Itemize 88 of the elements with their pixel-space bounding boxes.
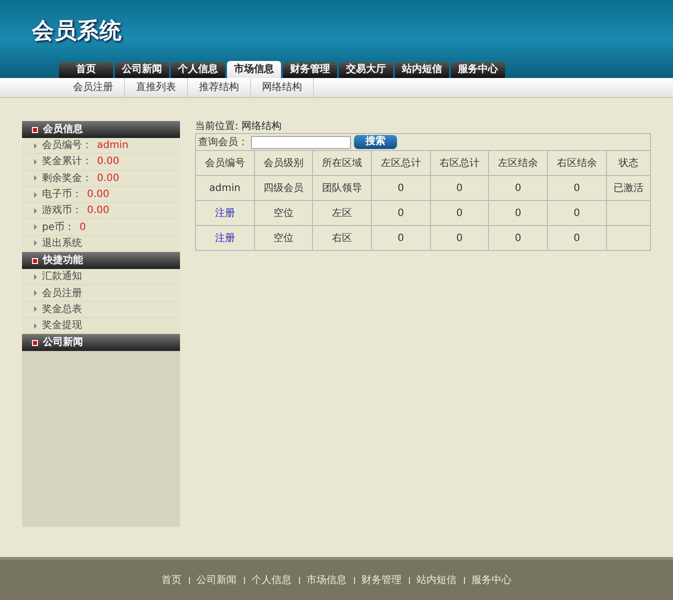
table-cell: 团队领导 — [312, 176, 372, 200]
column-header: 会员编号 — [196, 150, 254, 176]
table-cell: 左区 — [312, 200, 372, 226]
sidebar-item[interactable]: 奖金提现 — [42, 318, 82, 334]
bullet-icon — [32, 126, 38, 132]
table-cell: 空位 — [254, 200, 313, 226]
table-cell: 右区 — [312, 226, 372, 250]
sub-nav-link[interactable]: 推荐结构 — [188, 78, 251, 97]
table-cell: 0 — [430, 226, 489, 250]
table-cell: 0 — [547, 176, 606, 200]
footer-link[interactable]: 财务管理 — [362, 572, 402, 588]
sidebar-item[interactable]: 汇款通知 — [42, 269, 82, 284]
section-title: 会员信息 — [43, 122, 83, 137]
site-logo: 会员系统 — [32, 18, 122, 46]
sidebar-value: 0.00 — [97, 172, 120, 186]
sidebar-item[interactable]: 游戏币： — [42, 203, 82, 218]
arrow-icon — [34, 158, 37, 165]
table-cell: 0 — [371, 176, 430, 200]
footer-link[interactable]: 个人信息 — [252, 572, 292, 588]
sidebar-value: 0.00 — [87, 188, 110, 202]
sidebar-item[interactable]: 会员编号： — [42, 138, 92, 154]
arrow-icon — [34, 306, 37, 312]
footer-link[interactable]: 服务中心 — [472, 572, 512, 588]
search-label: 查询会员： — [198, 136, 248, 150]
arrow-icon — [34, 274, 37, 280]
sub-nav-link[interactable]: 直推列表 — [125, 78, 188, 97]
arrow-icon — [34, 175, 37, 182]
sidebar-value: 0.00 — [97, 155, 120, 170]
arrow-icon — [34, 142, 37, 149]
sidebar-item[interactable]: 奖金总表 — [42, 302, 82, 317]
sidebar-value: admin — [97, 139, 128, 154]
table-cell: 0 — [547, 200, 606, 226]
sidebar-value: 0 — [80, 220, 86, 235]
column-header: 左区结余 — [488, 150, 548, 176]
sidebar-item[interactable]: pe币： — [42, 220, 74, 235]
nav-tab[interactable]: 市场信息 — [227, 61, 281, 78]
arrow-icon — [34, 208, 37, 214]
column-header: 所在区域 — [312, 150, 372, 176]
nav-tab[interactable]: 公司新闻 — [115, 62, 169, 78]
footer-link[interactable]: 首页 — [162, 572, 182, 588]
column-header: 左区总计 — [371, 150, 430, 176]
column-header: 右区结余 — [547, 150, 606, 176]
arrow-icon — [34, 290, 37, 296]
nav-tab[interactable]: 个人信息 — [171, 62, 225, 78]
table-cell: 0 — [430, 200, 489, 226]
register-link[interactable]: 注册 — [196, 200, 254, 226]
section-title: 快捷功能 — [43, 254, 83, 268]
table-cell: 0 — [488, 200, 548, 226]
breadcrumb: 当前位置: 网络结构 — [195, 121, 283, 133]
nav-tab[interactable]: 财务管理 — [283, 62, 337, 78]
arrow-icon — [34, 240, 37, 246]
nav-tab[interactable]: 交易大厅 — [339, 62, 393, 78]
column-header: 状态 — [606, 150, 650, 176]
sidebar-item[interactable]: 会员注册 — [42, 286, 82, 301]
sidebar-item[interactable]: 剩余奖金： — [42, 170, 92, 186]
table-cell: 0 — [547, 226, 606, 250]
sub-nav-link[interactable]: 网络结构 — [251, 78, 314, 97]
sidebar-value: 0.00 — [87, 204, 110, 218]
sidebar-item[interactable]: 奖金累计： — [42, 154, 92, 170]
table-cell: 0 — [430, 176, 489, 200]
table-cell: 0 — [371, 200, 430, 226]
search-field[interactable] — [251, 136, 351, 148]
search-button[interactable]: 搜索 — [354, 135, 397, 149]
column-header: 会员级别 — [254, 150, 313, 176]
section-title: 公司新闻 — [43, 335, 83, 350]
arrow-icon — [34, 224, 37, 230]
arrow-icon — [34, 192, 37, 198]
table-cell: 0 — [488, 226, 548, 250]
table-cell: admin — [196, 176, 254, 200]
sub-nav-link[interactable]: 会员注册 — [62, 78, 125, 97]
table-cell: 0 — [488, 176, 548, 200]
bullet-icon — [32, 258, 38, 264]
footer-link[interactable]: 公司新闻 — [196, 572, 236, 588]
nav-tab[interactable]: 服务中心 — [451, 62, 505, 78]
nav-tab[interactable]: 站内短信 — [395, 62, 449, 78]
footer-link[interactable]: 市场信息 — [306, 572, 346, 588]
bullet-icon — [32, 340, 38, 346]
column-header: 右区总计 — [430, 150, 489, 176]
footer-link[interactable]: 站内短信 — [416, 572, 456, 588]
register-link[interactable]: 注册 — [196, 226, 254, 250]
table-cell: 四级会员 — [254, 176, 313, 200]
table-cell: 0 — [371, 226, 430, 250]
table-cell: 已激活 — [606, 176, 650, 200]
sidebar-item[interactable]: 退出系统 — [42, 236, 82, 251]
table-cell: 空位 — [254, 226, 313, 250]
nav-tab[interactable]: 首页 — [59, 62, 113, 78]
sidebar-item[interactable]: 电子币： — [42, 187, 82, 202]
arrow-icon — [34, 322, 37, 329]
